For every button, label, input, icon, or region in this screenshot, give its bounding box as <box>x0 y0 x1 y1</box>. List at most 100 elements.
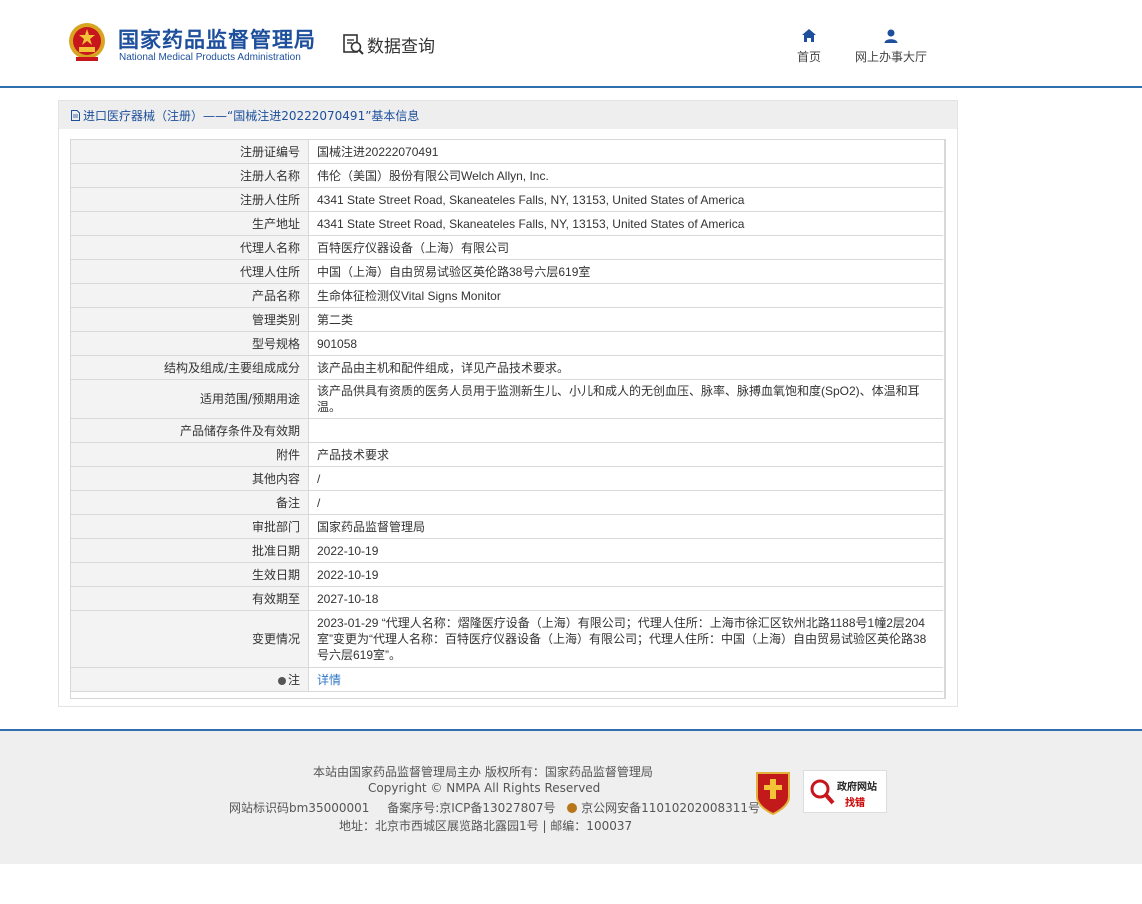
field-value: 第二类 <box>308 307 943 332</box>
field-label: 注册证编号 <box>71 140 309 164</box>
table-row: 批准日期 2022-10-19 <box>71 538 943 563</box>
field-value <box>308 418 943 443</box>
footer-sponsor: 本站由国家药品监督管理局主办 版权所有：国家药品监督管理局 <box>313 765 653 779</box>
table-row: 生效日期 2022-10-19 <box>71 562 943 587</box>
gov-site-error-report-badge[interactable]: 政府网站 找错 <box>803 770 887 813</box>
table-row: 注册人名称 伟伦（美国）股份有限公司Welch Allyn, Inc. <box>71 163 943 188</box>
table-row: 备注 / <box>71 490 943 515</box>
national-emblem-icon <box>69 23 105 61</box>
field-label: 代理人名称 <box>71 235 309 260</box>
field-label: 变更情况 <box>71 610 309 668</box>
party-government-badge-icon[interactable] <box>753 769 793 815</box>
field-label: 结构及组成/主要组成成分 <box>71 355 309 380</box>
field-label: 型号规格 <box>71 331 309 356</box>
panel-title: 进口医疗器械（注册）——“国械注进20222070491”基本信息 <box>83 108 420 123</box>
field-label: 产品储存条件及有效期 <box>71 418 309 443</box>
field-label: 产品名称 <box>71 283 309 308</box>
footer-copyright: Copyright © NMPA All Rights Reserved <box>368 781 601 795</box>
table-row: 型号规格 901058 <box>71 331 943 356</box>
field-label: 适用范围/预期用途 <box>71 379 309 419</box>
data-query-title: 数据查询 <box>342 31 435 57</box>
footer-records: 网站标识码bm35000001 备案序号:京ICP备13027807号 京公网安… <box>229 799 760 816</box>
site-header: 国家药品监督管理局 National Medical Products Admi… <box>0 0 1142 88</box>
field-value: 2023-01-29 “代理人名称：熠隆医疗设备（上海）有限公司；代理人住所：上… <box>308 610 943 668</box>
table-row: 其他内容 / <box>71 466 943 491</box>
lightbulb-icon <box>277 676 286 685</box>
field-value: 百特医疗仪器设备（上海）有限公司 <box>308 235 943 260</box>
field-value: 国家药品监督管理局 <box>308 514 943 539</box>
org-name-cn[interactable]: 国家药品监督管理局 <box>118 24 316 54</box>
panel-title-bar: 进口医疗器械（注册）——“国械注进20222070491”基本信息 <box>59 101 957 129</box>
details-link[interactable]: 详情 <box>317 673 341 687</box>
field-label: 有效期至 <box>71 586 309 611</box>
magnifier-icon <box>810 779 835 805</box>
icp-record-link[interactable]: 备案序号:京ICP备13027807号 <box>387 801 555 815</box>
field-value: 4341 State Street Road, Skaneateles Fall… <box>308 211 943 236</box>
table-row: 适用范围/预期用途 该产品供具有资质的医务人员用于监测新生儿、小儿和成人的无创血压… <box>71 379 943 419</box>
field-label: 代理人住所 <box>71 259 309 284</box>
table-row: 注册证编号 国械注进20222070491 <box>71 140 943 164</box>
field-label: 其他内容 <box>71 466 309 491</box>
field-value: 该产品供具有资质的医务人员用于监测新生儿、小儿和成人的无创血压、脉率、脉搏血氧饱… <box>308 379 943 419</box>
field-value: 中国（上海）自由贸易试验区英伦路38号六层619室 <box>308 259 943 284</box>
nav-home-label: 首页 <box>797 50 822 64</box>
scrollbar[interactable] <box>944 140 945 698</box>
field-label: 附件 <box>71 442 309 467</box>
info-table: 注册证编号 国械注进20222070491 注册人名称 伟伦（美国）股份有限公司Wel… <box>71 140 943 692</box>
find-error-label: 找错 <box>845 798 865 809</box>
field-label: 注册人住所 <box>71 187 309 212</box>
field-label: 批准日期 <box>71 538 309 563</box>
table-row: 注册人住所 4341 State Street Road, Skaneateles… <box>71 187 943 212</box>
field-value: 2022-10-19 <box>308 538 943 563</box>
site-footer: 本站由国家药品监督管理局主办 版权所有：国家药品监督管理局 Copyright … <box>0 729 1142 864</box>
table-row: 附件 产品技术要求 <box>71 442 943 467</box>
field-value: 2022-10-19 <box>308 562 943 587</box>
user-icon <box>884 29 898 43</box>
field-value: / <box>308 490 943 515</box>
footer-address: 地址：北京市西城区展览路北露园1号 | 邮编：100037 <box>339 819 633 833</box>
table-row-note: 注 详情 <box>71 667 943 692</box>
field-value: 产品技术要求 <box>308 442 943 467</box>
police-badge-icon <box>567 803 578 813</box>
table-row: 结构及组成/主要组成成分 该产品由主机和配件组成，详见产品技术要求。 <box>71 355 943 380</box>
nav-home[interactable]: 首页 <box>797 28 821 65</box>
gov-site-title: 政府网站 <box>837 782 877 793</box>
table-row: 变更情况 2023-01-29 “代理人名称：熠隆医疗设备（上海）有限公司；代理人… <box>71 610 943 668</box>
nav-hall-label: 网上办事大厅 <box>855 50 928 64</box>
table-row: 产品名称 生命体征检测仪Vital Signs Monitor <box>71 283 943 308</box>
data-query-label: 数据查询 <box>367 36 435 57</box>
field-value: 4341 State Street Road, Skaneateles Fall… <box>308 187 943 212</box>
note-label-cell: 注 <box>71 667 309 692</box>
police-record-link[interactable]: 京公网安备11010202008311号 <box>581 801 760 815</box>
field-value: 生命体征检测仪Vital Signs Monitor <box>308 283 943 308</box>
info-table-container: 注册证编号 国械注进20222070491 注册人名称 伟伦（美国）股份有限公司Wel… <box>70 139 946 699</box>
field-label: 注册人名称 <box>71 163 309 188</box>
table-row: 生产地址 4341 State Street Road, Skaneateles … <box>71 211 943 236</box>
field-value: 伟伦（美国）股份有限公司Welch Allyn, Inc. <box>308 163 943 188</box>
field-label: 生效日期 <box>71 562 309 587</box>
field-value: 该产品由主机和配件组成，详见产品技术要求。 <box>308 355 943 380</box>
org-name-en[interactable]: National Medical Products Administration <box>119 52 301 63</box>
field-label: 审批部门 <box>71 514 309 539</box>
field-label: 管理类别 <box>71 307 309 332</box>
home-icon <box>802 29 816 42</box>
detail-panel: 进口医疗器械（注册）——“国械注进20222070491”基本信息 注册证编号国… <box>58 100 958 707</box>
field-value: 国械注进20222070491 <box>308 140 943 164</box>
document-search-icon <box>343 34 364 55</box>
field-value: / <box>308 466 943 491</box>
note-value-cell: 详情 <box>308 667 943 692</box>
table-row: 审批部门 国家药品监督管理局 <box>71 514 943 539</box>
table-row: 产品储存条件及有效期 <box>71 418 943 443</box>
field-label: 备注 <box>71 490 309 515</box>
nav-online-service-hall[interactable]: 网上办事大厅 <box>855 28 927 65</box>
field-label: 生产地址 <box>71 211 309 236</box>
note-label: 注 <box>287 672 300 687</box>
field-value: 901058 <box>308 331 943 356</box>
field-value: 2027-10-18 <box>308 586 943 611</box>
table-row: 有效期至 2027-10-18 <box>71 586 943 611</box>
table-row: 代理人住所 中国（上海）自由贸易试验区英伦路38号六层619室 <box>71 259 943 284</box>
site-id: 网站标识码bm35000001 <box>229 801 370 815</box>
table-row: 管理类别 第二类 <box>71 307 943 332</box>
document-icon <box>71 109 80 121</box>
table-row: 代理人名称 百特医疗仪器设备（上海）有限公司 <box>71 235 943 260</box>
